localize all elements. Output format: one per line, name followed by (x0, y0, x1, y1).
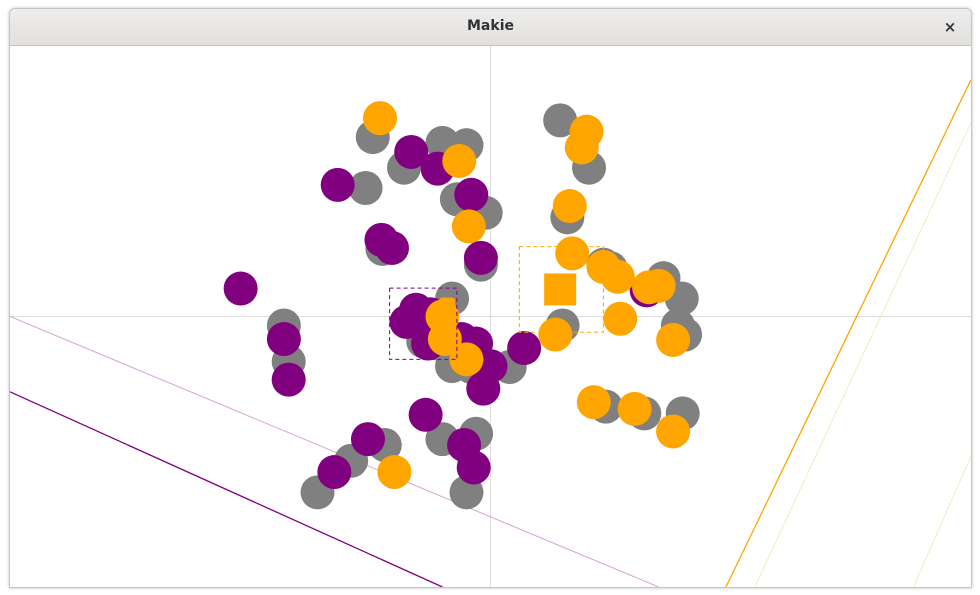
purple-point-6 (463, 240, 498, 275)
window-title: Makie (467, 18, 514, 34)
orange-point-17 (576, 385, 611, 420)
line-series-2 (725, 79, 971, 587)
orange-point-15 (656, 322, 691, 357)
purple-point-22 (350, 422, 385, 457)
purple-point-3 (454, 177, 489, 212)
title-bar[interactable]: Makie × (10, 9, 971, 46)
orange-point-20 (377, 455, 412, 490)
purple-point-18 (271, 362, 306, 397)
purple-point-7 (223, 271, 258, 306)
purple-point-21 (408, 397, 443, 432)
orange-point-0 (362, 101, 397, 136)
purple-point-5 (374, 230, 409, 265)
orange-point-14 (538, 317, 573, 352)
purple-point-24 (456, 450, 491, 485)
scatter-plot[interactable] (10, 46, 971, 587)
orange-point-6 (555, 236, 590, 271)
line-series-3 (754, 122, 971, 587)
square-marker (544, 273, 577, 306)
purple-point-19 (507, 331, 542, 366)
line-series-1 (10, 316, 659, 587)
orange-point-2 (564, 130, 599, 165)
plot-canvas[interactable] (10, 46, 971, 587)
purple-point-15 (266, 322, 301, 357)
orange-point-3 (442, 143, 477, 178)
line-series-4 (912, 456, 971, 587)
orange-point-13 (603, 301, 638, 336)
makie-window: Makie × (9, 8, 972, 588)
purple-point-25 (317, 455, 352, 490)
orange-point-10 (641, 268, 676, 303)
purple-point-1 (320, 167, 355, 202)
bar-marker (439, 297, 456, 354)
orange-point-8 (600, 259, 635, 294)
line-series-0 (10, 391, 443, 587)
orange-point-5 (451, 209, 486, 244)
orange-point-19 (656, 414, 691, 449)
orange-point-4 (552, 189, 587, 224)
purple-point-20 (466, 371, 501, 406)
orange-point-18 (617, 391, 652, 426)
close-icon[interactable]: × (939, 16, 961, 38)
